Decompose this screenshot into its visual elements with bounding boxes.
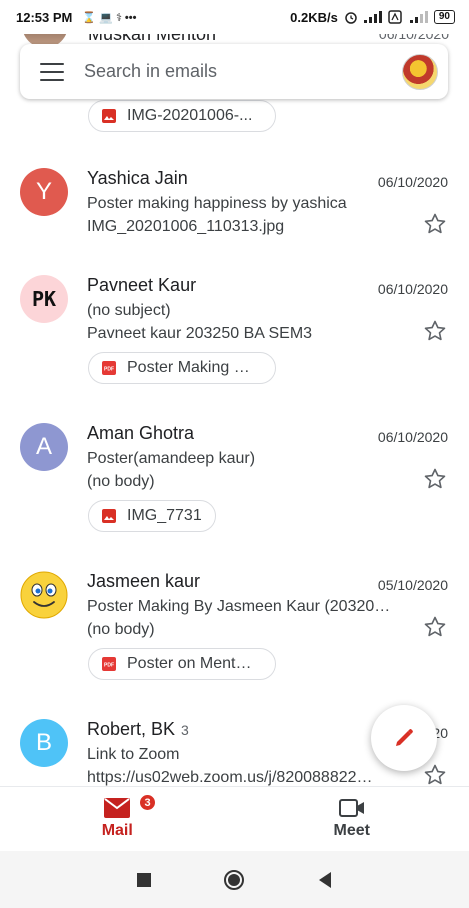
sender-name: Yashica Jain xyxy=(87,168,188,188)
avatar xyxy=(20,571,68,619)
attachment-chip[interactable]: IMG-20201006-... xyxy=(88,100,276,132)
email-snippet: https://us02web.zoom.us/j/820088822… xyxy=(87,769,373,786)
recent-apps-icon[interactable] xyxy=(136,872,152,888)
email-date: 05/10/2020 xyxy=(377,577,448,593)
email-date: 06/10/2020 xyxy=(377,429,448,445)
email-snippet: (no body) xyxy=(87,621,155,638)
attachment-name: IMG-20201006-... xyxy=(127,107,253,124)
email-subject: Poster making happiness by yashica xyxy=(87,195,347,212)
battery-icon: 90 xyxy=(433,10,455,24)
signal-icon xyxy=(363,11,382,23)
email-row[interactable]: A Aman Ghotra 06/10/2020 Poster(amandeep… xyxy=(0,423,469,538)
avatar-letter: B xyxy=(35,729,52,756)
star-icon[interactable] xyxy=(423,467,447,491)
smiley-face-icon xyxy=(20,571,68,619)
star-icon[interactable] xyxy=(423,763,447,787)
home-icon[interactable] xyxy=(223,869,245,891)
sim-icon xyxy=(388,10,402,24)
avatar: PK xyxy=(20,275,68,323)
search-input[interactable]: Search in emails xyxy=(84,61,402,82)
pencil-icon xyxy=(396,729,413,746)
alarm-icon xyxy=(345,12,357,24)
compose-button[interactable] xyxy=(371,705,437,771)
svg-text:PDF: PDF xyxy=(104,663,114,669)
attachment-chip[interactable]: IMG_7731 xyxy=(88,500,216,532)
account-avatar[interactable] xyxy=(402,53,438,90)
sender-name: Robert, BK 3 xyxy=(87,719,189,740)
email-row[interactable]: Y Yashica Jain 06/10/2020 Poster making … xyxy=(0,168,469,248)
sender-name: Aman Ghotra xyxy=(87,423,195,443)
attachment-chip[interactable]: PDF Poster Making … xyxy=(88,352,276,384)
signal-4g-icon xyxy=(409,11,428,23)
star-icon[interactable] xyxy=(423,319,447,343)
svg-text:PDF: PDF xyxy=(104,367,114,373)
sender-name: Jasmeen kaur xyxy=(87,571,201,591)
tab-meet-label: Meet xyxy=(333,822,370,839)
unread-badge: 3 xyxy=(138,793,157,812)
attachment-chip[interactable]: PDF Poster on Ment… xyxy=(88,648,276,680)
attachment-name: Poster on Ment… xyxy=(127,655,252,672)
email-subject: (no subject) xyxy=(87,302,171,319)
image-icon xyxy=(102,109,116,123)
status-time: 12:53 PM xyxy=(16,9,73,25)
network-speed: 0.2KB/s xyxy=(290,9,338,25)
pdf-icon: PDF xyxy=(102,657,116,671)
avatar: B xyxy=(20,719,68,767)
email-subject: Poster(amandeep kaur) xyxy=(87,450,256,467)
avatar-letter: PK xyxy=(31,287,57,311)
email-subject: Link to Zoom xyxy=(87,746,180,763)
avatar-letter: Y xyxy=(35,178,52,205)
tab-mail[interactable]: 3 Mail xyxy=(0,787,235,851)
star-icon[interactable] xyxy=(423,212,447,236)
bottom-nav: 3 Mail Meet xyxy=(0,786,469,851)
email-date: 06/10/2020 xyxy=(377,174,448,190)
email-snippet: IMG_20201006_110313.jpg xyxy=(87,218,285,235)
email-row[interactable]: Jasmeen kaur 05/10/2020 Poster Making By… xyxy=(0,571,469,686)
tab-mail-label: Mail xyxy=(101,822,133,839)
pdf-icon: PDF xyxy=(102,361,116,375)
search-bar[interactable]: Search in emails xyxy=(20,44,448,99)
email-row[interactable]: PK Pavneet Kaur 06/10/2020 (no subject) … xyxy=(0,275,469,390)
system-nav-bar xyxy=(0,851,469,908)
avatar: A xyxy=(20,423,68,471)
email-subject: Poster Making By Jasmeen Kaur (20320… xyxy=(87,598,391,615)
avatar: Y xyxy=(20,168,68,216)
email-snippet: (no body) xyxy=(87,473,155,490)
tab-meet[interactable]: Meet xyxy=(235,787,469,851)
thread-count: 3 xyxy=(181,722,189,738)
hamburger-menu-icon[interactable] xyxy=(40,62,64,81)
star-icon[interactable] xyxy=(423,615,447,639)
back-icon[interactable] xyxy=(317,871,333,889)
mail-icon xyxy=(104,798,131,818)
status-bar: 12:53 PM ⌛ 💻 ⚕ ••• 0.2KB/s 90 xyxy=(0,0,469,34)
video-camera-icon xyxy=(338,799,364,817)
sender-name: Pavneet Kaur xyxy=(87,275,197,295)
avatar-letter: A xyxy=(35,433,52,460)
email-date: 06/10/2020 xyxy=(377,281,448,297)
sender-names: Robert, BK xyxy=(87,719,176,739)
attachment-name: Poster Making … xyxy=(127,359,250,376)
attachment-name: IMG_7731 xyxy=(127,507,202,524)
image-icon xyxy=(102,509,116,523)
email-snippet: Pavneet kaur 203250 BA SEM3 xyxy=(87,325,313,342)
notification-icons: ⌛ 💻 ⚕ ••• xyxy=(82,11,137,24)
